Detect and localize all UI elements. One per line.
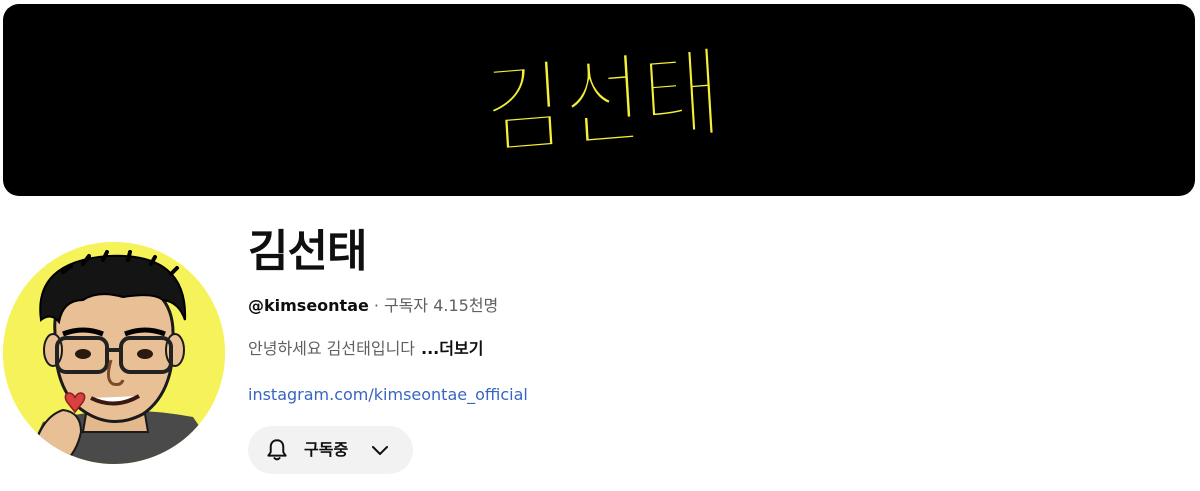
banner-logo-text: 김선태 bbox=[483, 44, 723, 164]
page-title: 김선태 bbox=[248, 226, 367, 277]
channel-description[interactable]: 안녕하세요 김선태입니다 ...더보기 bbox=[248, 337, 483, 361]
channel-handle: @kimseontae bbox=[248, 296, 369, 315]
subscribed-label: 구독중 bbox=[304, 440, 349, 459]
channel-banner: 김선태 bbox=[3, 4, 1195, 196]
chevron-down-icon bbox=[372, 446, 388, 455]
channel-header: 김선태 김선태 @kimseontae · 구독자 4.15천명 안녕하세요 김… bbox=[0, 0, 1200, 491]
description-text: 안녕하세요 김선태입니다 bbox=[248, 339, 416, 358]
meta-separator: · bbox=[373, 296, 379, 315]
subscribed-button[interactable]: 구독중 bbox=[248, 426, 413, 474]
avatar-illustration bbox=[3, 242, 225, 464]
subscriber-count: 구독자 4.15천명 bbox=[383, 296, 499, 315]
channel-meta: @kimseontae · 구독자 4.15천명 bbox=[248, 294, 498, 318]
more-link[interactable]: ...더보기 bbox=[421, 339, 483, 358]
banner-logo: 김선태 bbox=[483, 44, 723, 164]
bell-icon bbox=[267, 439, 287, 461]
channel-avatar[interactable] bbox=[3, 242, 225, 464]
instagram-link[interactable]: instagram.com/kimseontae_official bbox=[248, 383, 528, 407]
